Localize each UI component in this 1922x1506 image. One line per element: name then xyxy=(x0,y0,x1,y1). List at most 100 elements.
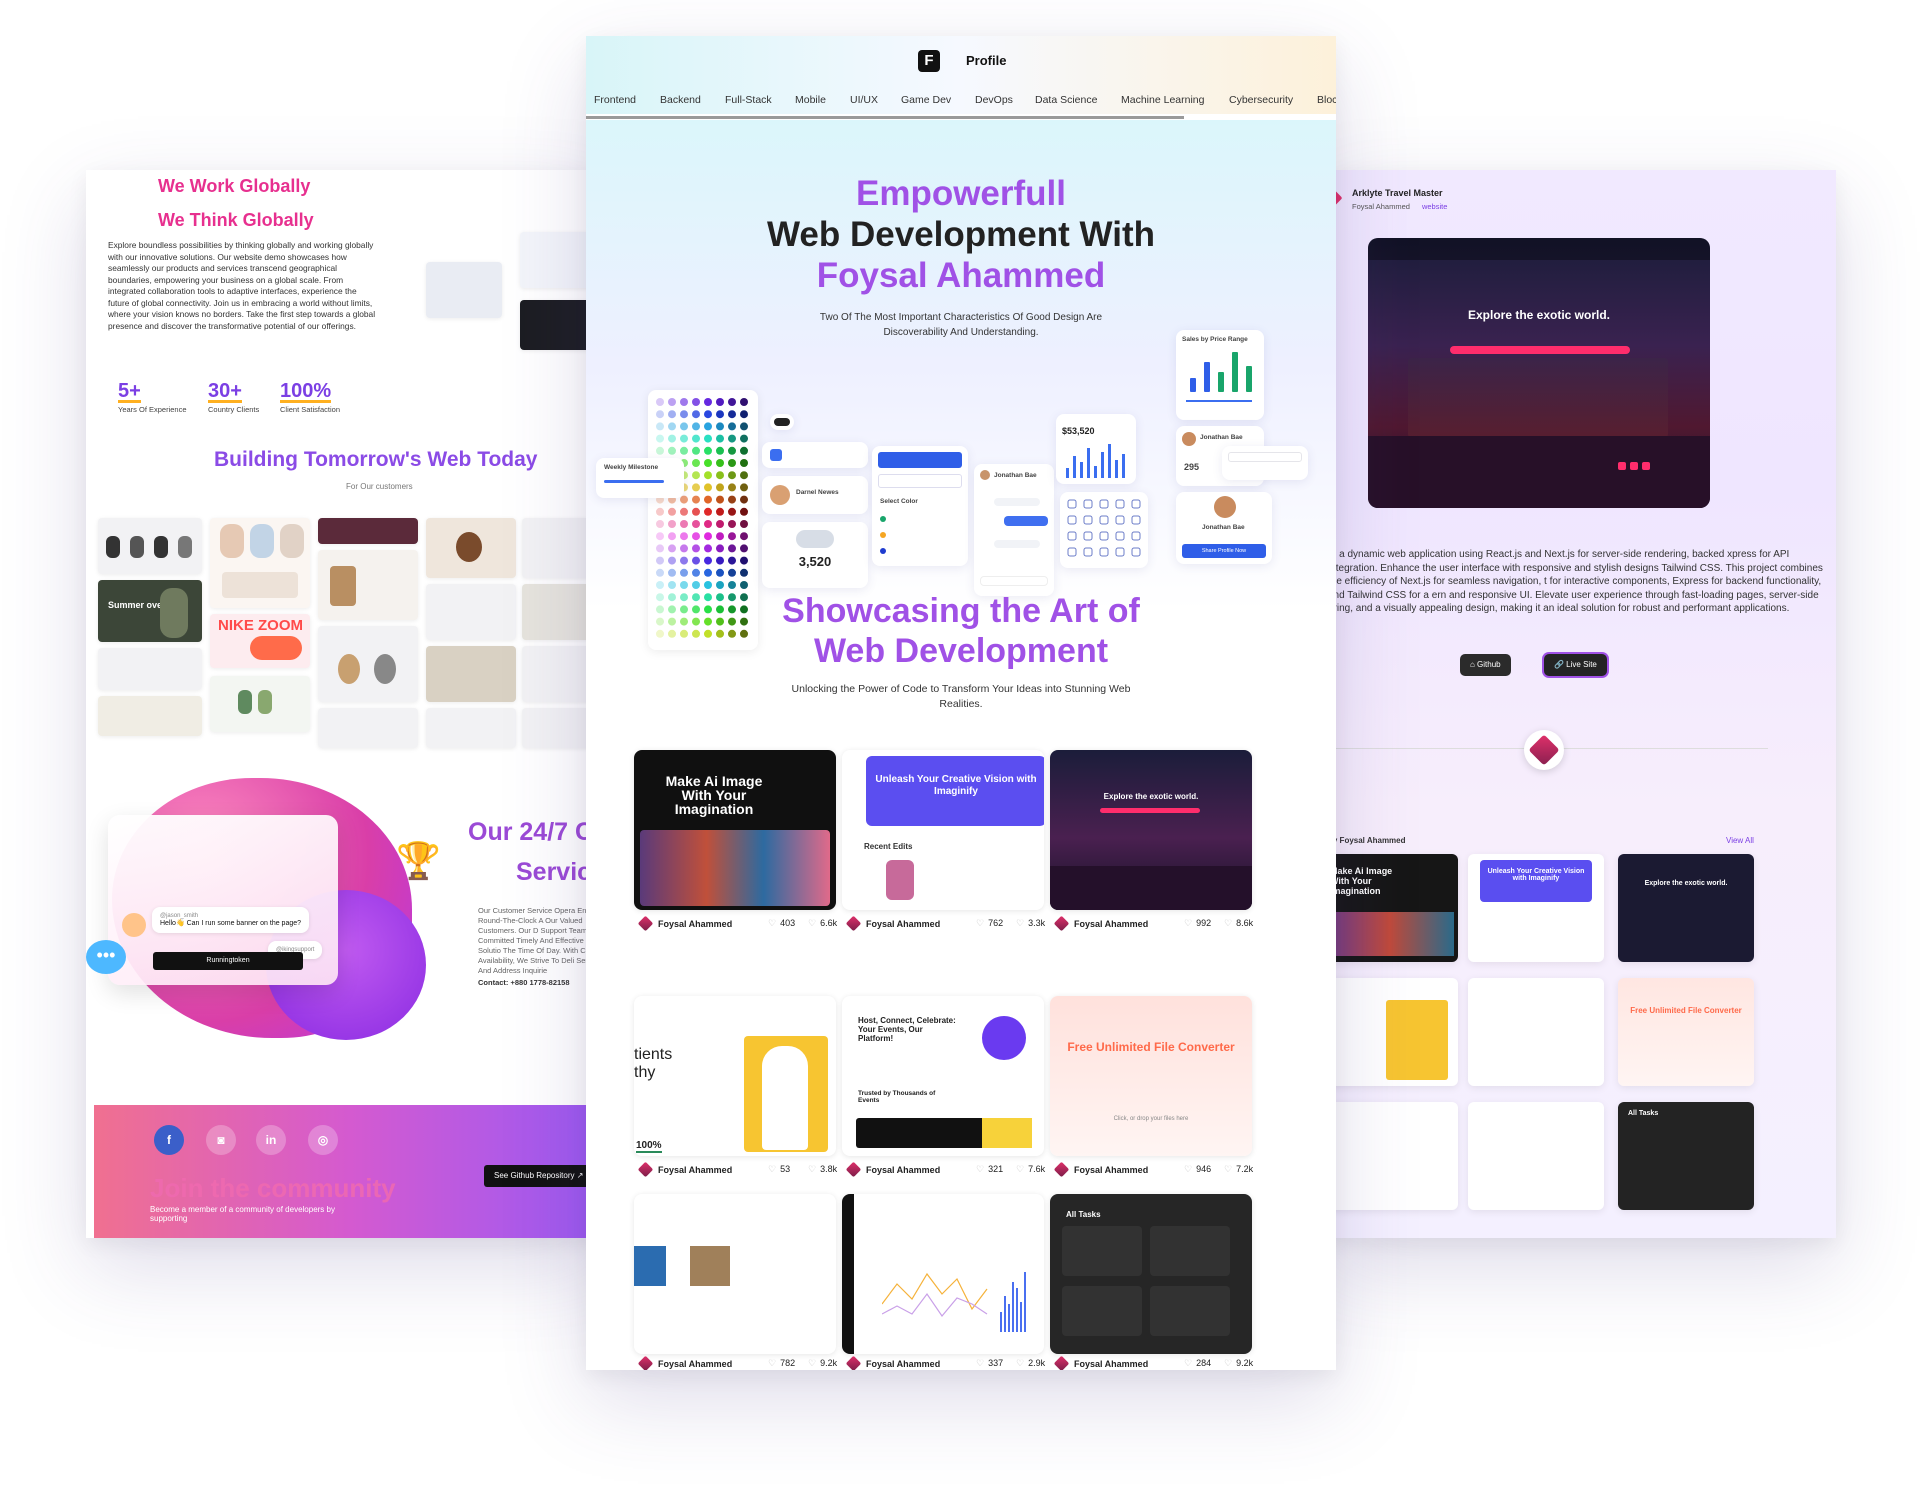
live-site-button[interactable]: 🔗 Live Site xyxy=(1544,654,1607,676)
swatch-dot xyxy=(704,568,712,577)
instagram-icon[interactable]: ◎ xyxy=(308,1125,338,1155)
tab-frontend[interactable]: Frontend xyxy=(594,94,636,106)
list-thumb[interactable] xyxy=(318,708,418,748)
summer-overcoat-thumb[interactable]: Summer overcoat xyxy=(98,580,202,642)
swatch-dot xyxy=(728,544,736,553)
right-card-doctor[interactable] xyxy=(1326,978,1458,1086)
icon-grid-item xyxy=(1099,531,1109,541)
project-meta-4: Foysal Ahammed ♡ 53 ♡ 3.8k xyxy=(637,1161,837,1180)
hero-title-line1: Empowerfull xyxy=(855,174,1067,213)
minimal-thumb[interactable] xyxy=(98,696,202,736)
wood-thumb[interactable] xyxy=(426,646,516,702)
hero-search-bar[interactable] xyxy=(1450,346,1630,354)
jewelry-thumb[interactable] xyxy=(98,648,202,690)
project-meta-8: Foysal Ahammed ♡ 337 ♡ 2.9k xyxy=(845,1355,1045,1370)
right-card-converter[interactable]: Free Unlimited File Converter xyxy=(1618,978,1754,1086)
swatch-dot xyxy=(692,544,700,553)
watches-thumb[interactable] xyxy=(98,518,202,574)
right-card-imaginify[interactable]: Unleash Your Creative Vision with Imagin… xyxy=(1468,854,1604,962)
swatch-dot xyxy=(716,532,724,541)
project-analytics[interactable] xyxy=(842,1194,1044,1354)
icon-grid-item xyxy=(1131,547,1141,557)
toggle-switch[interactable] xyxy=(770,414,794,430)
global-paragraph: Explore boundless possibilities by think… xyxy=(108,240,376,331)
swatch-dot xyxy=(716,544,724,553)
swatch-dot xyxy=(728,398,736,406)
project-imaginify[interactable]: Unleash Your Creative Vision with Imagin… xyxy=(842,750,1044,910)
right-card-ai[interactable]: Make Ai Image With Your Imagination xyxy=(1326,854,1458,962)
tab-machine-learning[interactable]: Machine Learning xyxy=(1121,94,1204,106)
hero-title-line2: Web Development With xyxy=(767,215,1155,254)
facebook-icon[interactable]: f xyxy=(154,1125,184,1155)
swatch-dot xyxy=(704,446,712,455)
grid-thumb[interactable] xyxy=(426,708,516,748)
swatch-dot xyxy=(668,568,676,577)
project-medical[interactable]: tients thy 100% xyxy=(634,996,836,1156)
hero-footer xyxy=(1368,436,1710,508)
right-card-events[interactable] xyxy=(1468,978,1604,1086)
swatch-dot xyxy=(704,398,712,406)
swatch-dot xyxy=(704,422,712,431)
project-ai-image[interactable]: Make Ai Image With Your Imagination xyxy=(634,750,836,910)
swatch-dot xyxy=(668,446,676,455)
tab-full-stack[interactable]: Full-Stack xyxy=(725,94,772,106)
join-community-footer: f ◙ in ◎ Join the community Become a mem… xyxy=(94,1105,606,1238)
linkedin-icon[interactable]: in xyxy=(256,1125,286,1155)
project-travel[interactable]: Explore the exotic world. xyxy=(1050,750,1252,910)
project-meta-2: Foysal Ahammed ♡ 762 ♡ 3.3k xyxy=(845,915,1045,934)
fashion-thumb[interactable] xyxy=(210,518,310,608)
dashboard-thumb xyxy=(426,262,502,318)
right-card-analytics[interactable] xyxy=(1468,1102,1604,1210)
project-events[interactable]: Host, Connect, Celebrate: Your Events, O… xyxy=(842,996,1044,1156)
tab-data-science[interactable]: Data Science xyxy=(1035,94,1097,106)
right-card-tasks[interactable]: All Tasks xyxy=(1618,1102,1754,1210)
tab-bloc[interactable]: Bloc xyxy=(1317,94,1336,106)
icon-grid-item xyxy=(1083,515,1093,525)
watch-detail-thumb[interactable] xyxy=(426,518,516,578)
faces-thumb[interactable] xyxy=(426,584,516,640)
chat-run-button[interactable]: Runningtoken xyxy=(153,952,303,970)
website-link[interactable]: website xyxy=(1422,202,1447,211)
tab-mobile[interactable]: Mobile xyxy=(795,94,826,106)
tab-backend[interactable]: Backend xyxy=(660,94,701,106)
swatch-dot xyxy=(668,532,676,541)
view-all-link[interactable]: View All xyxy=(1726,836,1754,845)
icon-grid-item xyxy=(1067,547,1077,557)
swatch-dot xyxy=(740,410,748,419)
stat-client-satisfaction: 100% Client Satisfaction xyxy=(280,380,341,414)
project-hotel[interactable] xyxy=(634,1194,836,1354)
share-profile-button[interactable]: Share Profile Now xyxy=(1182,544,1266,558)
tab-game-dev[interactable]: Game Dev xyxy=(901,94,951,106)
github-repo-button[interactable]: See Github Repository ↗ xyxy=(484,1165,594,1187)
chat-message-1: @jason_smith Hello👋 Can I run some banne… xyxy=(152,907,310,933)
swatch-dot xyxy=(680,507,688,516)
swatch-dot xyxy=(668,556,676,565)
revenue-bar xyxy=(1087,448,1090,478)
shop-thumb[interactable] xyxy=(318,626,418,702)
author-avatar[interactable] xyxy=(1524,730,1564,770)
swatch-dot xyxy=(656,410,664,419)
swatch-dot xyxy=(692,495,700,504)
tab-devops[interactable]: DevOps xyxy=(975,94,1013,106)
swatch-dot xyxy=(656,581,664,589)
nike-zoom-thumb[interactable]: NIKE ZOOM xyxy=(210,614,310,668)
banner-thumb[interactable] xyxy=(318,518,418,544)
project-meta-5: Foysal Ahammed ♡ 321 ♡ 7.6k xyxy=(845,1161,1045,1180)
project-tasks[interactable]: All Tasks xyxy=(1050,1194,1252,1354)
showcase-title-line1: Showcasing the Art of xyxy=(782,592,1140,630)
chair-thumb[interactable] xyxy=(318,550,418,620)
tab-cybersecurity[interactable]: Cybersecurity xyxy=(1229,94,1293,106)
swatch-dot xyxy=(704,495,712,504)
project-converter[interactable]: Free Unlimited File Converter Click, or … xyxy=(1050,996,1252,1156)
app-logo[interactable]: F xyxy=(918,50,940,72)
swatch-dot xyxy=(680,544,688,553)
right-card-hotel[interactable] xyxy=(1326,1102,1458,1210)
right-card-travel[interactable]: Explore the exotic world. xyxy=(1618,854,1754,962)
github-button[interactable]: ⌂ Github xyxy=(1460,654,1511,676)
tab-ui-ux[interactable]: UI/UX xyxy=(850,94,878,106)
github-icon[interactable]: ◙ xyxy=(206,1125,236,1155)
green-watches-thumb[interactable] xyxy=(210,676,310,732)
swatch-dot xyxy=(716,422,724,431)
swatch-dot xyxy=(728,495,736,504)
analytics-line-purple xyxy=(882,1292,988,1317)
